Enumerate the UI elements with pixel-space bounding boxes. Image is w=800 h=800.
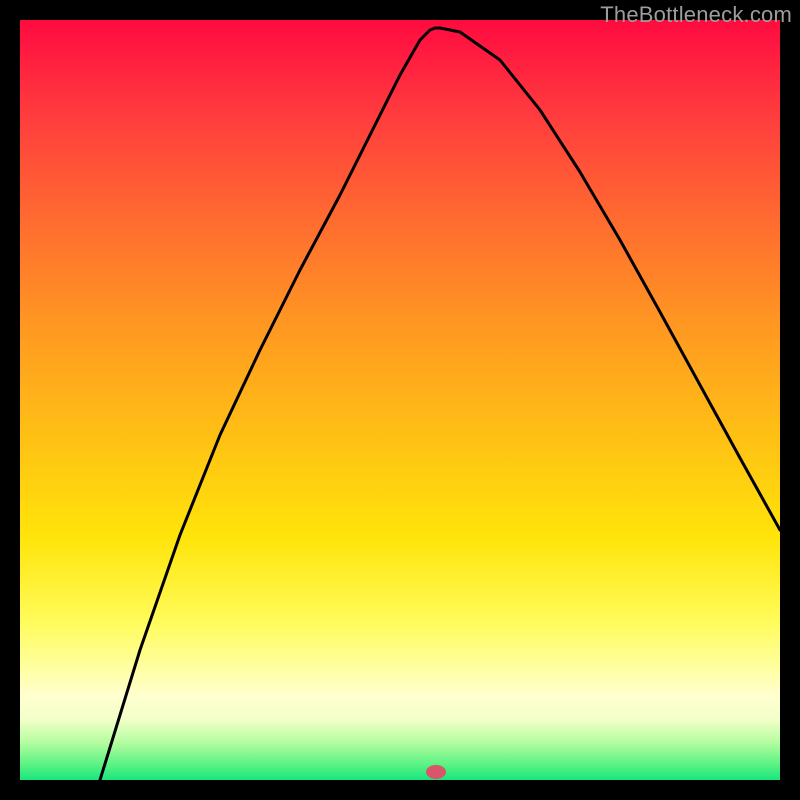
- bottleneck-curve: [20, 20, 780, 780]
- chart-frame: TheBottleneck.com: [0, 0, 800, 800]
- optimal-point-marker: [426, 765, 446, 779]
- plot-area: [20, 20, 780, 780]
- watermark-text: TheBottleneck.com: [600, 2, 792, 28]
